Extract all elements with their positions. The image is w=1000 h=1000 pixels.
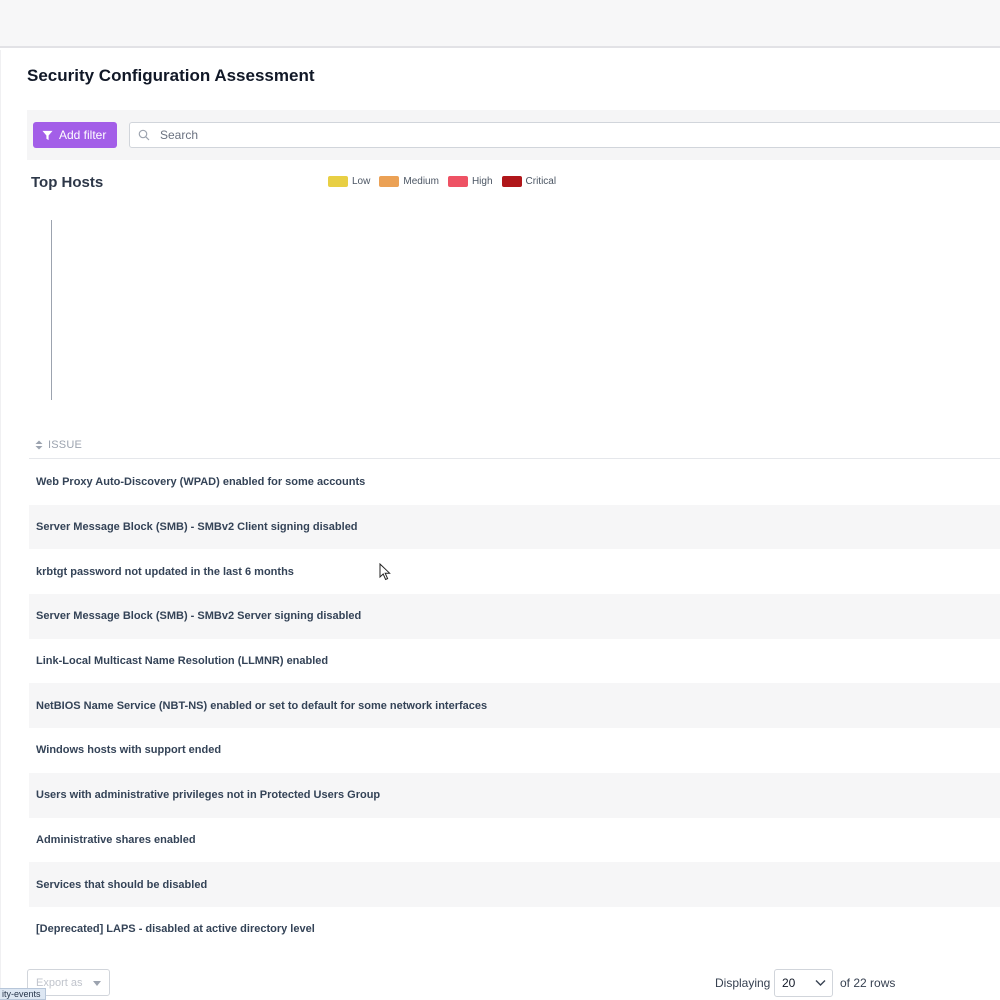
row-issue: Users with administrative privileges not… <box>36 789 381 802</box>
table-row[interactable]: Server Message Block (SMB) - SMBv2 Clien… <box>29 504 1000 550</box>
mouse-cursor-icon <box>379 563 391 581</box>
legend-label-low: Low <box>352 176 371 187</box>
sort-icon <box>35 440 43 450</box>
row-issue: Administrative shares enabled <box>36 833 196 846</box>
top-bar <box>0 0 1000 48</box>
row-issue: Server Message Block (SMB) - SMBv2 Clien… <box>36 521 358 534</box>
add-filter-button[interactable]: Add filter <box>33 122 117 148</box>
table-row[interactable]: Windows hosts with support ended <box>29 728 1000 773</box>
row-issue: krbtgt password not updated in the last … <box>36 565 294 578</box>
rows-total-label: of 22 rows <box>840 976 896 990</box>
legend-item-high[interactable]: High <box>447 176 493 187</box>
page-title: Security Configuration Assessment <box>27 66 315 85</box>
legend-swatch-medium <box>379 176 400 187</box>
add-filter-label: Add filter <box>59 128 107 142</box>
table-row[interactable]: Services that should be disabled <box>29 862 1000 907</box>
search-box[interactable] <box>129 122 1000 148</box>
chart-title: Top Hosts <box>31 174 104 191</box>
issues-table-body: Web Proxy Auto-Discovery (WPAD) enabled … <box>29 460 1000 952</box>
row-issue: Web Proxy Auto-Discovery (WPAD) enabled … <box>36 476 366 489</box>
legend-swatch-high <box>447 176 468 187</box>
row-issue: Services that should be disabled <box>36 878 208 891</box>
table-row[interactable]: Users with administrative privileges not… <box>29 772 1000 818</box>
legend-item-low[interactable]: Low <box>328 176 370 187</box>
column-header-issue: ISSUE <box>48 439 83 451</box>
status-bar-url: ity-events <box>0 988 46 1000</box>
export-label: Export as <box>36 976 83 989</box>
table-row[interactable]: [Deprecated] LAPS - disabled at active d… <box>29 907 1000 952</box>
legend-label-high: High <box>471 176 493 187</box>
table-row[interactable]: Web Proxy Auto-Discovery (WPAD) enabled … <box>29 460 1000 505</box>
main-content: Security Configuration Assessment Add fi… <box>0 50 1000 1000</box>
legend-swatch-low <box>328 176 348 187</box>
row-issue: [Deprecated] LAPS - disabled at active d… <box>36 923 315 936</box>
search-input[interactable] <box>160 126 960 144</box>
chevron-down-icon <box>815 980 826 986</box>
legend-label-critical: Critical <box>525 176 557 187</box>
legend-label-medium: Medium <box>403 176 439 187</box>
caret-down-icon <box>93 981 101 986</box>
filter-icon <box>42 130 53 140</box>
table-header[interactable]: ISSUE <box>29 432 1000 459</box>
chart-y-axis <box>51 220 52 400</box>
row-issue: NetBIOS Name Service (NBT-NS) enabled or… <box>36 699 488 712</box>
row-issue: Windows hosts with support ended <box>36 744 222 757</box>
legend-swatch-critical <box>501 176 522 187</box>
row-issue: Server Message Block (SMB) - SMBv2 Serve… <box>36 610 362 623</box>
chart-legend: Low Medium High Critical <box>328 176 565 187</box>
table-footer: Export as Displaying 20 of 22 rows <box>1 965 1000 1000</box>
legend-item-medium[interactable]: Medium <box>379 176 439 187</box>
row-issue: Link-Local Multicast Name Resolution (LL… <box>36 655 329 668</box>
rows-per-page-select[interactable]: 20 <box>774 969 833 997</box>
displaying-label: Displaying <box>715 976 771 990</box>
search-icon <box>138 129 150 141</box>
rows-per-page-value: 20 <box>782 976 796 990</box>
legend-item-critical[interactable]: Critical <box>501 176 557 187</box>
table-row[interactable]: Administrative shares enabled <box>29 818 1000 863</box>
table-row[interactable]: krbtgt password not updated in the last … <box>29 549 1000 594</box>
filter-bar: Add filter <box>27 110 1000 160</box>
table-row[interactable]: Link-Local Multicast Name Resolution (LL… <box>29 639 1000 684</box>
table-row[interactable]: Server Message Block (SMB) - SMBv2 Serve… <box>29 594 1000 639</box>
table-row[interactable]: NetBIOS Name Service (NBT-NS) enabled or… <box>29 683 1000 729</box>
